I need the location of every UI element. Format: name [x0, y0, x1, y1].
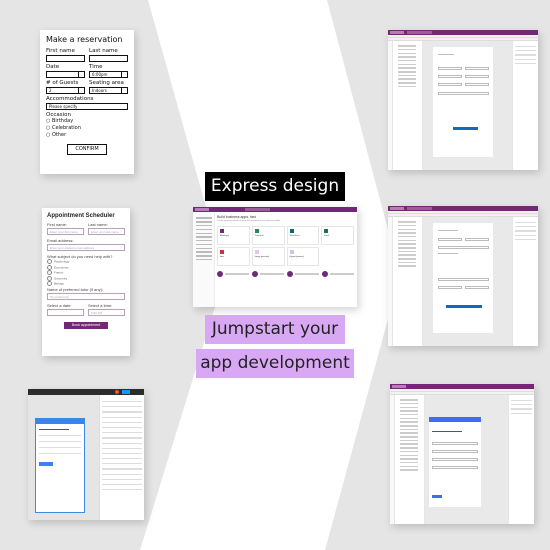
sketch-title: Make a reservation — [46, 35, 123, 44]
figma-properties-panel — [99, 395, 144, 520]
sketch-reservation-form: Make a reservation First name Last name … — [40, 30, 134, 174]
date-label: Select a date: — [47, 302, 72, 308]
microsoft-logo — [390, 207, 404, 210]
portal-nav — [193, 212, 215, 307]
tile-name: Image (preview) — [254, 256, 270, 258]
tutor-label: Name of preferred tutor (if any): — [47, 286, 104, 292]
start-tile: Idea — [217, 247, 250, 266]
start-tile: SharePoint — [286, 226, 320, 245]
studio-window-health-signup — [390, 384, 534, 524]
submit-button — [39, 462, 53, 466]
studio-window-scheduler — [388, 206, 538, 346]
date-field — [46, 71, 85, 78]
figma-canvas — [28, 395, 99, 520]
appointment-scheduler-form: Appointment Scheduler First name: Enter y… — [42, 208, 130, 356]
tile-name: SharePoint — [289, 235, 300, 237]
first-name-field — [46, 55, 85, 62]
express-design-label: Express design — [205, 172, 345, 201]
share-button — [122, 390, 130, 394]
learning-row — [217, 271, 354, 277]
tree-view — [395, 395, 425, 524]
studio-window-reservation — [388, 30, 538, 170]
book-appointment-button: Book appointment — [64, 321, 108, 329]
tile-name: Figma (preview) — [289, 256, 304, 258]
guests-label: # of Guests — [46, 80, 79, 86]
avatar — [115, 390, 119, 394]
time-dropdown: 9:00 AM — [88, 308, 125, 316]
scheduler-title: Appointment Scheduler — [47, 213, 115, 219]
figma-design-screenshot — [28, 389, 144, 520]
date-picker — [47, 308, 84, 316]
tile-icon — [254, 229, 259, 233]
jumpstart-label-line2: app development — [196, 349, 354, 378]
time-dropdown: 6:00pm — [89, 71, 128, 78]
occasion-option: ○ Other — [46, 132, 67, 138]
email-input: Enter your student email address — [47, 244, 125, 251]
microsoft-logo — [392, 385, 406, 388]
properties-pane — [512, 41, 538, 170]
accommodations-label: Accommodations — [46, 96, 94, 102]
portal-top-bar — [193, 207, 357, 212]
tile-icon — [220, 229, 224, 233]
tile-name: Dataverse — [254, 235, 264, 237]
date-label: Date — [46, 64, 60, 70]
confirm-button: CONFIRM — [67, 144, 107, 155]
tile-icon — [324, 229, 329, 233]
portal-heading: Build business apps, fast — [217, 215, 256, 219]
tree-view — [393, 217, 423, 346]
tile-icon — [289, 250, 294, 254]
properties-pane — [508, 395, 534, 524]
search-box — [407, 207, 432, 210]
seating-dropdown: Indoors — [89, 87, 128, 94]
tile-icon — [289, 229, 294, 233]
start-tile: Figma (preview) — [286, 247, 320, 266]
tile-icon — [254, 250, 259, 254]
seating-label: Seating area — [89, 80, 124, 86]
accommodations-field: Please specify — [46, 103, 128, 110]
start-tile: Excel — [321, 226, 354, 245]
first-name-input: Enter your first name — [47, 228, 84, 235]
start-tile: Image (preview) — [251, 247, 285, 266]
tutor-dropdown: No preference — [47, 292, 125, 300]
tile-icon — [220, 250, 224, 254]
guests-dropdown: 2 — [46, 87, 85, 94]
portal-subheading: Create apps that connect to your data an… — [217, 220, 281, 222]
first-name-label: First name: — [47, 222, 68, 227]
microsoft-logo — [390, 31, 404, 34]
start-tile: Dataverse — [251, 226, 285, 245]
occasion-option: ○ Celebration — [46, 125, 81, 131]
time-label: Select a time: — [88, 302, 113, 308]
tile-name: Idea — [220, 256, 224, 258]
last-name-label: Last name — [89, 48, 118, 54]
tile-name: Excel — [324, 235, 330, 237]
properties-pane — [512, 217, 538, 346]
search-box — [245, 208, 270, 211]
last-name-label: Last name: — [88, 222, 108, 227]
canvas — [423, 41, 512, 170]
tile-name: Blank app — [220, 235, 229, 237]
jumpstart-label-line1: Jumpstart your — [205, 315, 345, 344]
tree-view — [393, 41, 423, 170]
canvas — [423, 217, 512, 346]
canvas — [425, 395, 508, 524]
last-name-field — [89, 55, 128, 62]
first-name-label: First name — [46, 48, 75, 54]
last-name-input: Enter your last name — [88, 228, 125, 235]
time-label: Time — [89, 64, 103, 70]
figma-frame — [35, 418, 85, 513]
occasion-option: ○ Birthday — [46, 118, 74, 124]
microsoft-logo — [195, 208, 209, 211]
power-apps-portal-screenshot: Build business apps, fast Create apps th… — [193, 207, 357, 307]
start-tile: Blank app — [217, 226, 250, 245]
start-from-tiles: Blank app Dataverse SharePoint Excel Idea Ima… — [217, 226, 354, 266]
search-box — [407, 31, 432, 34]
email-label: Email address: — [47, 238, 74, 243]
